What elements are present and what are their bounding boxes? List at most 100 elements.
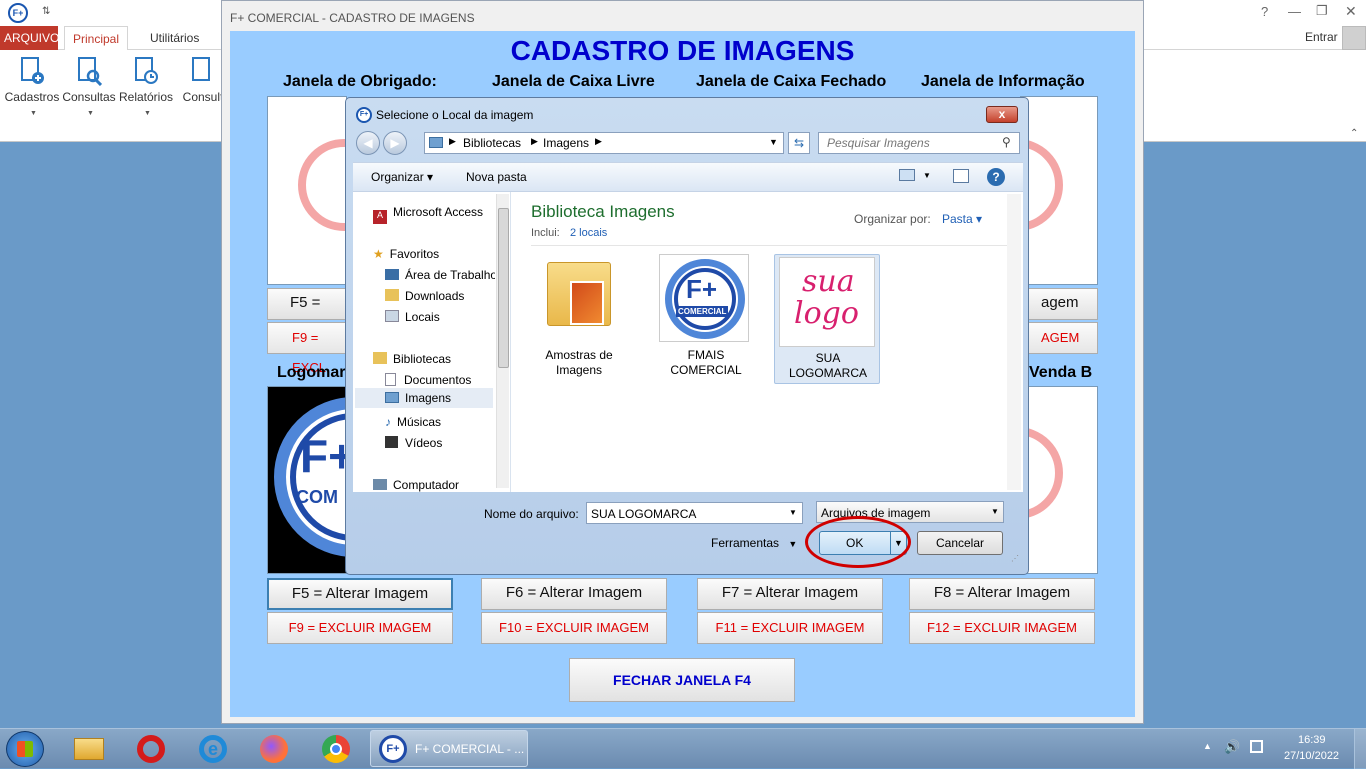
opera-icon[interactable] <box>134 733 168 765</box>
alter-image-button-top-4[interactable]: agem <box>1020 288 1098 320</box>
image-box-venda[interactable] <box>1020 386 1098 574</box>
network-icon[interactable] <box>1250 740 1263 753</box>
nav-scrollbar-thumb[interactable] <box>498 208 509 368</box>
file-item-sua-logomarca[interactable]: sua logo SUA LOGOMARCA <box>774 254 880 384</box>
breadcrumb-arrow-icon: ▶ <box>595 136 602 146</box>
alter-image-button-f6[interactable]: F6 = Alterar Imagem <box>481 578 667 610</box>
nav-scrollbar[interactable] <box>496 194 509 488</box>
firefox-icon[interactable] <box>257 733 291 765</box>
filename-input[interactable]: SUA LOGOMARCA ▼ <box>586 502 803 524</box>
close-icon[interactable]: ✕ <box>1345 3 1357 20</box>
delete-image-button-f9[interactable]: F9 = EXCLUIR IMAGEM <box>267 612 453 644</box>
dialog-close-button[interactable]: x <box>986 106 1018 123</box>
show-desktop-button[interactable] <box>1354 729 1366 769</box>
resize-grip-icon[interactable]: ⋰ <box>1011 554 1019 563</box>
new-folder-button[interactable]: Nova pasta <box>466 170 527 184</box>
forward-button[interactable]: ▶ <box>383 131 407 155</box>
restore-icon[interactable]: ❐ <box>1316 3 1328 19</box>
refresh-button[interactable]: ⇆ <box>788 132 810 154</box>
filetype-dropdown-icon[interactable]: ▼ <box>991 507 999 516</box>
back-button[interactable]: ◀ <box>356 131 380 155</box>
relatorios-button[interactable]: Relatórios <box>117 56 175 104</box>
content-scrollbar[interactable] <box>1007 194 1021 490</box>
alter-image-button-f8[interactable]: F8 = Alterar Imagem <box>909 578 1095 610</box>
thumb-logo-text: F+ <box>686 274 718 304</box>
nav-item-computador[interactable]: Computador <box>373 478 459 492</box>
nav-item-downloads[interactable]: Downloads <box>385 289 464 303</box>
explorer-icon[interactable] <box>72 733 106 765</box>
preview-pane-icon[interactable] <box>953 169 969 183</box>
signin-link[interactable]: Entrar <box>1305 30 1338 44</box>
nav-item-videos[interactable]: Vídeos <box>385 436 442 450</box>
nav-item-musicas[interactable]: ♪ Músicas <box>385 415 441 429</box>
tray-expand-icon[interactable]: ▲ <box>1203 741 1212 751</box>
breadcrumb-arrow-icon: ▶ <box>449 136 456 146</box>
arrange-label: Organizar por: <box>854 212 931 226</box>
app-logo-icon[interactable]: F+ <box>8 3 28 23</box>
tab-arquivo[interactable]: ARQUIVO <box>0 26 59 50</box>
ribbon-collapse-icon[interactable]: ⌃ <box>1350 128 1358 139</box>
delete-image-button-top-4[interactable]: AGEM <box>1020 322 1098 354</box>
nav-item-locais[interactable]: Locais <box>385 310 440 324</box>
clock-time[interactable]: 16:39 <box>1298 734 1326 746</box>
nav-item-documentos[interactable]: Documentos <box>385 373 471 387</box>
alter-image-button-f7[interactable]: F7 = Alterar Imagem <box>697 578 883 610</box>
library-title: Biblioteca Imagens <box>531 202 675 221</box>
search-icon[interactable]: ⚲ <box>1002 135 1011 149</box>
libraries-icon <box>373 352 387 364</box>
address-dropdown-icon[interactable]: ▼ <box>769 137 778 147</box>
taskbar-active-app[interactable]: F+ F+ COMERCIAL - ... <box>370 730 528 767</box>
delete-image-button-f10[interactable]: F10 = EXCLUIR IMAGEM <box>481 612 667 644</box>
view-dropdown-icon[interactable]: ▼ <box>923 171 931 180</box>
breadcrumb-imagens[interactable]: Imagens <box>543 136 589 150</box>
help-icon[interactable]: ? <box>1261 4 1268 19</box>
breadcrumb-bibliotecas[interactable]: Bibliotecas <box>463 136 521 150</box>
tab-principal[interactable]: Principal <box>64 26 129 51</box>
view-icon[interactable] <box>899 169 915 181</box>
arrange-dropdown[interactable]: Pasta ▾ <box>942 212 982 226</box>
file-item-amostras[interactable]: Amostras de Imagens <box>537 254 621 378</box>
close-window-button[interactable]: FECHAR JANELA F4 <box>569 658 795 702</box>
divider <box>531 245 1009 246</box>
tab-utilitarios[interactable]: Utilitários <box>142 26 207 50</box>
tools-menu[interactable]: Ferramentas ▼ <box>711 536 797 550</box>
search-input[interactable]: Pesquisar Imagens ⚲ <box>818 132 1020 154</box>
image-box-informacao[interactable] <box>1020 96 1098 285</box>
alter-image-button-f5[interactable]: F5 = Alterar Imagem <box>267 578 453 610</box>
nav-item-access[interactable]: A Microsoft Access <box>373 205 483 224</box>
ok-highlight-circle <box>805 516 911 568</box>
avatar[interactable] <box>1342 26 1366 50</box>
delete-image-button-f11[interactable]: F11 = EXCLUIR IMAGEM <box>697 612 883 644</box>
section-logomarca: Logomar <box>277 364 346 381</box>
address-bar[interactable]: ▶ Bibliotecas ▶ Imagens ▶ ▼ <box>424 132 784 154</box>
volume-icon[interactable]: 🔊 <box>1224 739 1240 755</box>
help-icon[interactable]: ? <box>987 168 1005 186</box>
nav-item-area-de-trabalho[interactable]: Área de Trabalho <box>385 268 495 282</box>
chrome-icon[interactable] <box>319 733 353 765</box>
filename-dropdown-icon[interactable]: ▼ <box>789 508 797 517</box>
includes-link[interactable]: 2 locais <box>570 227 607 239</box>
clock-date[interactable]: 27/10/2022 <box>1284 750 1339 762</box>
cadastros-button[interactable]: Cadastros <box>3 56 61 104</box>
consultas-button[interactable]: Consultas <box>60 56 118 104</box>
alter-image-button-top-1[interactable]: F5 = Alter <box>267 288 347 339</box>
music-icon: ♪ <box>385 415 391 429</box>
image-box-logomarca[interactable]: F+ COM <box>267 386 347 574</box>
minimize-icon[interactable]: — <box>1288 4 1301 19</box>
qa-arrow-icon[interactable]: ⇅ <box>42 6 50 17</box>
dialog-bottom: Nome do arquivo: SUA LOGOMARCA ▼ Arquivo… <box>353 492 1023 572</box>
internet-explorer-icon[interactable]: e <box>196 733 230 765</box>
file-item-fmais[interactable]: F+ COMERCIAL FMAIS COMERCIAL <box>656 254 750 378</box>
consultas-label: Consultas <box>62 90 116 104</box>
nav-item-imagens[interactable]: Imagens <box>355 388 493 408</box>
nav-item-bibliotecas[interactable]: Bibliotecas <box>373 352 451 366</box>
image-box-obrigado[interactable] <box>267 96 347 285</box>
delete-image-button-f12[interactable]: F12 = EXCLUIR IMAGEM <box>909 612 1095 644</box>
nav-item-favoritos[interactable]: ★ Favoritos <box>373 247 439 261</box>
dialog-title: Selecione o Local da imagem <box>376 108 534 122</box>
no-image-icon <box>298 139 346 231</box>
delete-image-button-top-1[interactable]: F9 = EXCL <box>267 322 347 375</box>
start-button[interactable] <box>6 731 44 767</box>
cancel-button[interactable]: Cancelar <box>917 531 1003 555</box>
organize-button[interactable]: Organizar ▾ <box>371 170 433 184</box>
